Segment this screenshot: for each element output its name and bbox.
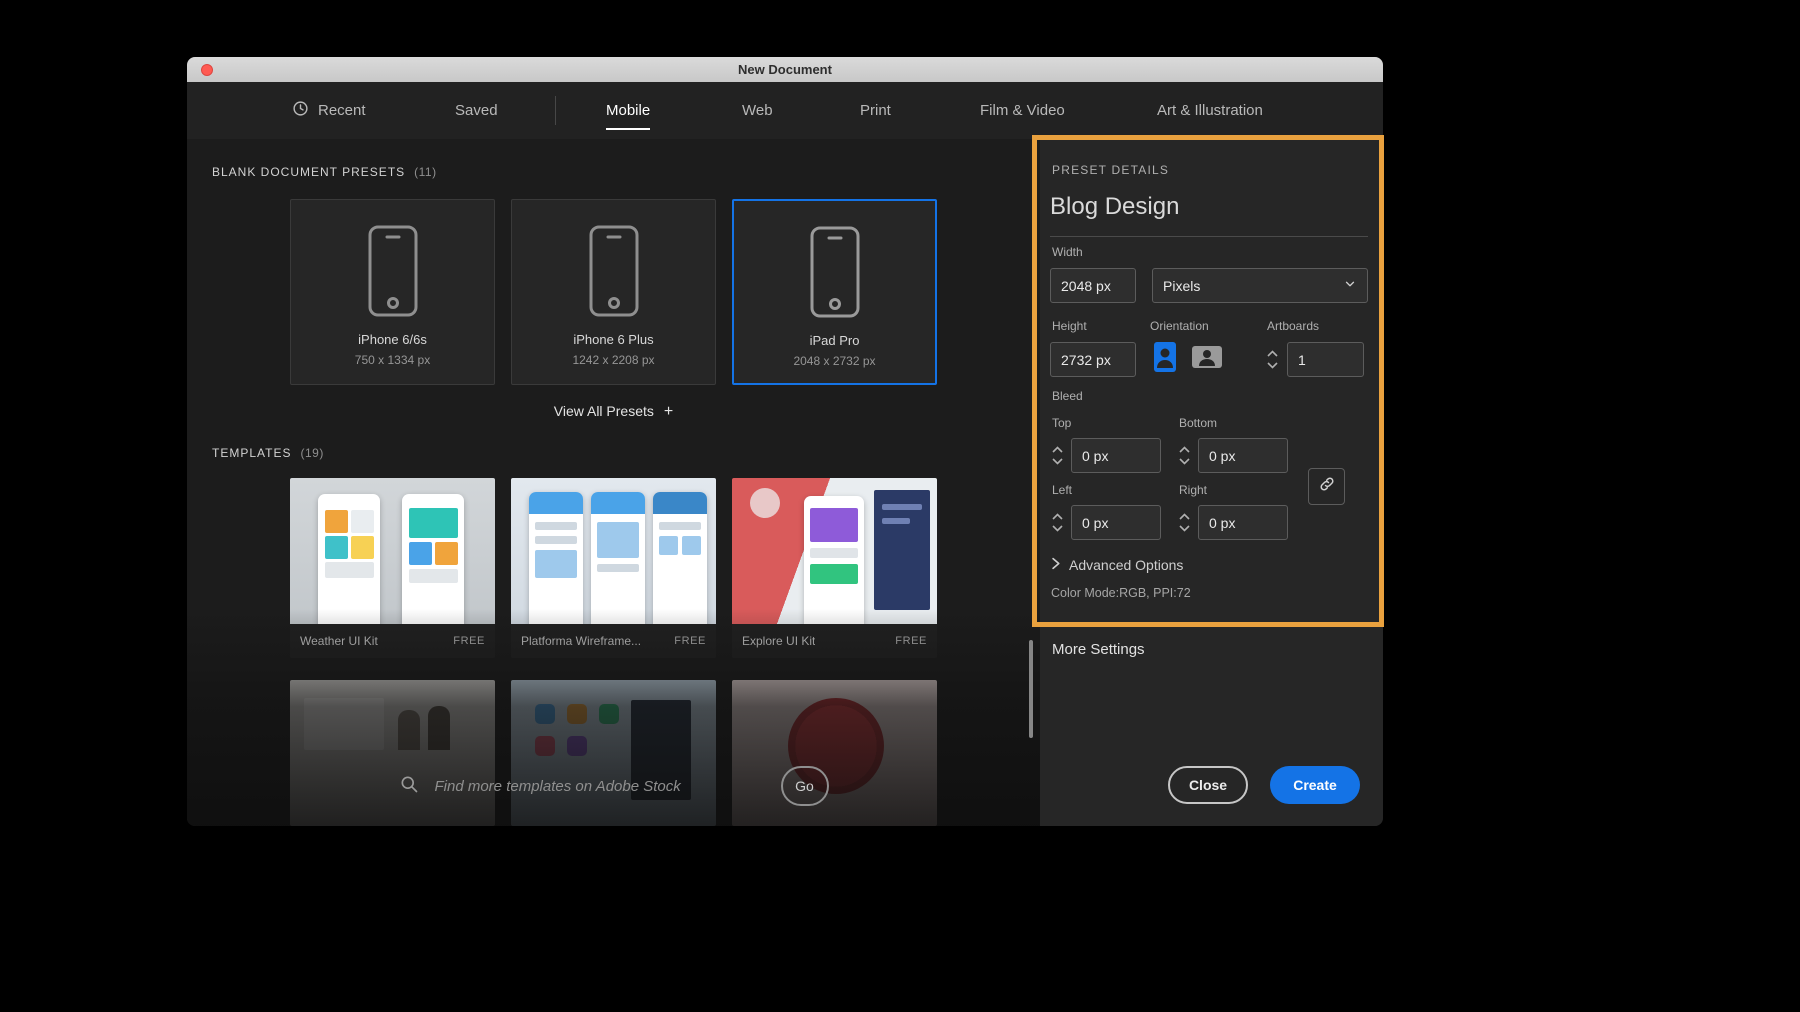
window-title: New Document: [187, 57, 1383, 82]
tab-art-illustration[interactable]: Art & Illustration: [1157, 82, 1263, 139]
units-value: Pixels: [1163, 278, 1200, 294]
go-button[interactable]: Go: [781, 766, 829, 806]
phone-icon: [512, 222, 715, 320]
orientation-label: Orientation: [1150, 319, 1209, 333]
units-dropdown[interactable]: Pixels: [1152, 268, 1368, 303]
artboards-label: Artboards: [1267, 319, 1319, 333]
stepper-up-icon: [1179, 513, 1190, 520]
preset-name: iPhone 6/6s: [291, 332, 494, 347]
bleed-label: Bleed: [1052, 389, 1083, 403]
tab-saved[interactable]: Saved: [455, 82, 498, 139]
bleed-top-input[interactable]: [1071, 438, 1161, 473]
tab-label: Saved: [455, 102, 498, 119]
preset-card-iphone6[interactable]: iPhone 6/6s 750 x 1334 px: [290, 199, 495, 385]
tab-label: Recent: [318, 102, 366, 119]
bleed-bottom-label: Bottom: [1179, 416, 1217, 430]
advanced-options-toggle[interactable]: Advanced Options: [1050, 557, 1183, 573]
dialog-tabbar: Recent Saved Mobile Web Print Film & Vid…: [187, 82, 1383, 139]
view-all-presets-link[interactable]: View All Presets+: [187, 403, 1040, 421]
stepper-down-icon: [1052, 458, 1063, 465]
close-button[interactable]: Close: [1168, 766, 1248, 804]
template-thumbnail-image: [732, 478, 937, 624]
stepper-down-icon: [1052, 525, 1063, 532]
artboards-stepper[interactable]: [1267, 342, 1283, 377]
new-document-dialog: New Document Recent Saved Mobile Web: [187, 57, 1383, 826]
screenshot-stage: New Document Recent Saved Mobile Web: [0, 0, 1800, 1012]
tab-label: Film & Video: [980, 102, 1065, 119]
bleed-link-button[interactable]: [1308, 468, 1345, 505]
stepper-up-icon: [1052, 446, 1063, 453]
bleed-right-stepper[interactable]: [1179, 505, 1195, 540]
bleed-right-label: Right: [1179, 483, 1207, 497]
clock-icon: [292, 100, 309, 121]
tab-label: Art & Illustration: [1157, 102, 1263, 119]
stepper-down-icon: [1179, 458, 1190, 465]
content-scrollbar[interactable]: [1029, 640, 1033, 738]
bleed-right-input[interactable]: [1198, 505, 1288, 540]
bleed-bottom-input[interactable]: [1198, 438, 1288, 473]
preset-name: iPad Pro: [734, 333, 935, 348]
preset-size: 1242 x 2208 px: [512, 353, 715, 367]
tab-web[interactable]: Web: [742, 82, 773, 139]
template-thumbnail-image: [290, 478, 495, 624]
preset-name: iPhone 6 Plus: [512, 332, 715, 347]
preset-details-panel: PRESET DETAILS Width Pixels Height Orien…: [1040, 139, 1383, 826]
tab-mobile[interactable]: Mobile: [606, 82, 650, 139]
stepper-down-icon: [1267, 362, 1278, 369]
height-input[interactable]: [1050, 342, 1136, 377]
orientation-portrait-button[interactable]: [1150, 342, 1180, 376]
bleed-left-stepper[interactable]: [1052, 505, 1068, 540]
phone-icon: [291, 222, 494, 320]
stepper-down-icon: [1179, 525, 1190, 532]
orientation-landscape-button[interactable]: [1192, 342, 1222, 376]
preset-card-iphone6plus[interactable]: iPhone 6 Plus 1242 x 2208 px: [511, 199, 716, 385]
preset-size: 2048 x 2732 px: [734, 354, 935, 368]
bleed-left-input[interactable]: [1071, 505, 1161, 540]
bleed-top-label: Top: [1052, 416, 1071, 430]
landscape-icon: [1191, 345, 1223, 374]
more-settings-label[interactable]: More Settings: [1052, 641, 1145, 658]
document-name-input[interactable]: [1050, 193, 1350, 221]
portrait-icon: [1153, 341, 1177, 378]
templates-heading: TEMPLATES(19): [212, 444, 324, 462]
bleed-bottom-stepper[interactable]: [1179, 438, 1195, 473]
tab-recent[interactable]: Recent: [292, 82, 366, 139]
width-label: Width: [1052, 245, 1083, 259]
tab-film-video[interactable]: Film & Video: [980, 82, 1065, 139]
preset-card-ipad-pro[interactable]: iPad Pro 2048 x 2732 px: [732, 199, 937, 385]
stepper-up-icon: [1179, 446, 1190, 453]
bleed-left-label: Left: [1052, 483, 1072, 497]
preset-details-heading: PRESET DETAILS: [1052, 163, 1169, 177]
tab-label: Print: [860, 102, 891, 119]
adobe-stock-search-row: Go: [187, 764, 1040, 808]
height-label: Height: [1052, 319, 1087, 333]
chain-link-icon: [1318, 475, 1336, 498]
template-thumbnail-image: [511, 478, 716, 624]
bleed-top-stepper[interactable]: [1052, 438, 1068, 473]
preset-size: 750 x 1334 px: [291, 353, 494, 367]
plus-icon: +: [664, 403, 673, 420]
presets-content-area: BLANK DOCUMENT PRESETS(11) iPhone 6/6s 7…: [187, 139, 1040, 826]
chevron-down-icon: [1343, 277, 1357, 294]
artboards-input[interactable]: [1287, 342, 1364, 377]
search-icon: [399, 774, 419, 799]
tab-label: Web: [742, 102, 773, 119]
create-button[interactable]: Create: [1270, 766, 1360, 804]
blank-presets-heading: BLANK DOCUMENT PRESETS(11): [212, 163, 437, 181]
name-divider: [1050, 236, 1368, 237]
tab-label: Mobile: [606, 102, 650, 119]
stock-search-input[interactable]: [435, 778, 765, 795]
tab-separator: [555, 96, 556, 125]
color-mode-info: Color Mode:RGB, PPI:72: [1051, 586, 1191, 600]
width-input[interactable]: [1050, 268, 1136, 303]
chevron-right-icon: [1050, 557, 1061, 573]
close-window-button[interactable]: [201, 64, 213, 76]
stepper-up-icon: [1052, 513, 1063, 520]
tab-print[interactable]: Print: [860, 82, 891, 139]
phone-icon: [734, 223, 935, 321]
window-titlebar[interactable]: New Document: [187, 57, 1383, 82]
stepper-up-icon: [1267, 350, 1278, 357]
